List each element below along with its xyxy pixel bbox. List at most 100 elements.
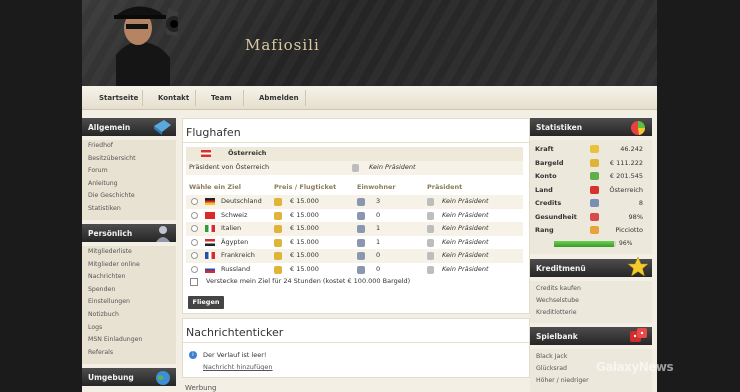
blackjack-link[interactable]: Black Jack — [536, 353, 567, 360]
stat-row: Land Österreich — [535, 184, 647, 197]
sidebar-item-msn[interactable]: MSN Einladungen — [82, 334, 176, 347]
destination-radio[interactable] — [191, 265, 198, 273]
country-flag-icon — [205, 211, 215, 219]
book-icon — [154, 120, 171, 135]
nav-divider — [305, 90, 306, 106]
sidebar-item-einstellungen[interactable]: Einstellungen — [82, 296, 176, 309]
watermark: GalaxyNews — [596, 360, 674, 374]
lock-icon — [427, 198, 434, 206]
destination-population: 1 — [376, 224, 381, 232]
sidebar-item-nachrichten[interactable]: Nachrichten — [82, 271, 176, 284]
austria-flag-icon — [201, 150, 211, 157]
destination-radio[interactable] — [191, 198, 198, 205]
sidebar-item-referals[interactable]: Referals — [82, 347, 176, 360]
kreditlotterie-link[interactable]: Kreditlotterie — [536, 309, 577, 316]
sidebar-item-geschichte[interactable]: Die Geschichte — [82, 190, 176, 203]
ticker-title: Nachrichtenticker — [183, 319, 529, 343]
president-row: Präsident von Österreich Kein Präsident — [186, 161, 523, 175]
sidebar-item-friedhof[interactable]: Friedhof — [82, 140, 176, 153]
lock-icon — [427, 238, 434, 247]
mobster-illustration — [114, 6, 178, 86]
sidebar-item-logs[interactable]: Logs — [82, 322, 176, 335]
country-header: Österreich — [186, 147, 523, 161]
money-icon — [274, 225, 282, 233]
nav-startseite[interactable]: Startseite — [99, 94, 138, 102]
destination-population: 3 — [376, 197, 381, 205]
sidebar-item-besitz[interactable]: Besitzübersicht — [82, 153, 176, 166]
destination-row[interactable]: Schweiz € 15.000 0 Kein Präsident — [186, 209, 523, 223]
president-value: Kein Präsident — [369, 163, 416, 171]
stat-row: Konto € 201.545 — [535, 170, 647, 183]
hoeher-niedriger-link[interactable]: Höher / niedriger — [536, 377, 589, 384]
sidebar-item-mitgliederliste[interactable]: Mitgliederliste — [82, 246, 176, 259]
destination-row[interactable]: Italien € 15.000 1 Kein Präsident — [186, 222, 523, 236]
wechselstube-link[interactable]: Wechselstube — [536, 297, 579, 304]
pie-chart-icon — [631, 121, 646, 135]
destination-radio[interactable] — [191, 211, 198, 219]
nav-abmelden[interactable]: Abmelden — [259, 94, 299, 102]
kredit-header: Kreditmenü — [530, 256, 652, 277]
globe-icon — [156, 371, 170, 385]
destination-price: € 15.000 — [290, 197, 319, 205]
destination-president: Kein Präsident — [442, 224, 489, 232]
progress-track — [554, 241, 616, 247]
col-ziel: Wähle ein Ziel — [189, 183, 241, 191]
stat-row: Rang Picciotto — [535, 224, 647, 237]
sidebar-item-forum[interactable]: Forum — [82, 165, 176, 178]
sidebar-item-anleitung[interactable]: Anleitung — [82, 178, 176, 191]
country-flag-icon — [205, 225, 215, 232]
site-logo[interactable]: Mafiosili — [245, 36, 320, 54]
sidebar-item-online[interactable]: Mitglieder online — [82, 259, 176, 272]
destination-name: Ägypten — [221, 237, 249, 246]
president-label: Präsident von Österreich — [189, 163, 270, 171]
lock-icon — [427, 252, 434, 260]
gluecksrad-link[interactable]: Glücksrad — [536, 365, 567, 372]
flughafen-title: Flughafen — [183, 119, 529, 143]
sidebar-item-spenden[interactable]: Spenden — [82, 284, 176, 297]
destination-name: Frankreich — [221, 251, 255, 259]
flughafen-panel: Flughafen Österreich Präsident von Öster… — [182, 118, 530, 314]
destination-radio[interactable] — [191, 252, 198, 259]
stat-icon — [590, 185, 599, 194]
stat-label: Land — [535, 185, 553, 194]
stat-value: 8 — [638, 199, 643, 207]
hide-checkbox[interactable] — [190, 278, 198, 286]
add-message-link[interactable]: Nachricht hinzufügen — [203, 363, 273, 371]
destination-radio[interactable] — [191, 238, 198, 246]
people-icon — [357, 238, 365, 247]
stat-value: € 201.545 — [609, 172, 643, 180]
destination-row[interactable]: Russland € 15.000 0 Kein Präsident — [186, 263, 523, 277]
sidebar-title: Persönlich — [88, 229, 133, 238]
stat-icon — [590, 145, 599, 153]
destination-name: Italien — [221, 224, 242, 232]
progress-fill — [554, 241, 614, 247]
stat-label: Kraft — [535, 145, 554, 153]
money-icon — [274, 238, 282, 247]
stat-value: Picciotto — [615, 226, 643, 234]
destination-population: 0 — [376, 210, 381, 219]
stat-label: Credits — [535, 199, 562, 207]
stat-icon — [590, 172, 599, 180]
stat-icon — [590, 199, 599, 207]
country-flag-icon — [205, 265, 215, 273]
col-einwohner: Einwohner — [357, 183, 396, 191]
sidebar-item-notizbuch[interactable]: Notizbuch — [82, 309, 176, 322]
destination-row[interactable]: Deutschland € 15.000 3 Kein Präsident — [186, 195, 523, 209]
nav-kontakt[interactable]: Kontakt — [158, 94, 189, 102]
money-icon — [274, 265, 282, 274]
stat-row: Bargeld € 111.222 — [535, 157, 647, 170]
people-icon — [357, 265, 365, 274]
sidebar-list-persoenlich: Mitgliederliste Mitglieder online Nachri… — [82, 246, 176, 364]
stat-icon — [590, 226, 599, 234]
dice-icon — [630, 328, 647, 342]
destination-radio[interactable] — [191, 225, 198, 232]
fliegen-button[interactable]: Fliegen — [188, 296, 224, 309]
nav-team[interactable]: Team — [211, 94, 232, 102]
sidebar-item-statistiken[interactable]: Statistiken — [82, 203, 176, 216]
destination-row[interactable]: Ägypten € 15.000 1 Kein Präsident — [186, 236, 523, 250]
money-icon — [274, 211, 282, 220]
sidebar-header-umgebung: Umgebung — [82, 368, 176, 386]
stat-value: € 111.222 — [609, 158, 643, 167]
destination-row[interactable]: Frankreich € 15.000 0 Kein Präsident — [186, 249, 523, 263]
credits-kaufen-link[interactable]: Credits kaufen — [536, 285, 581, 292]
